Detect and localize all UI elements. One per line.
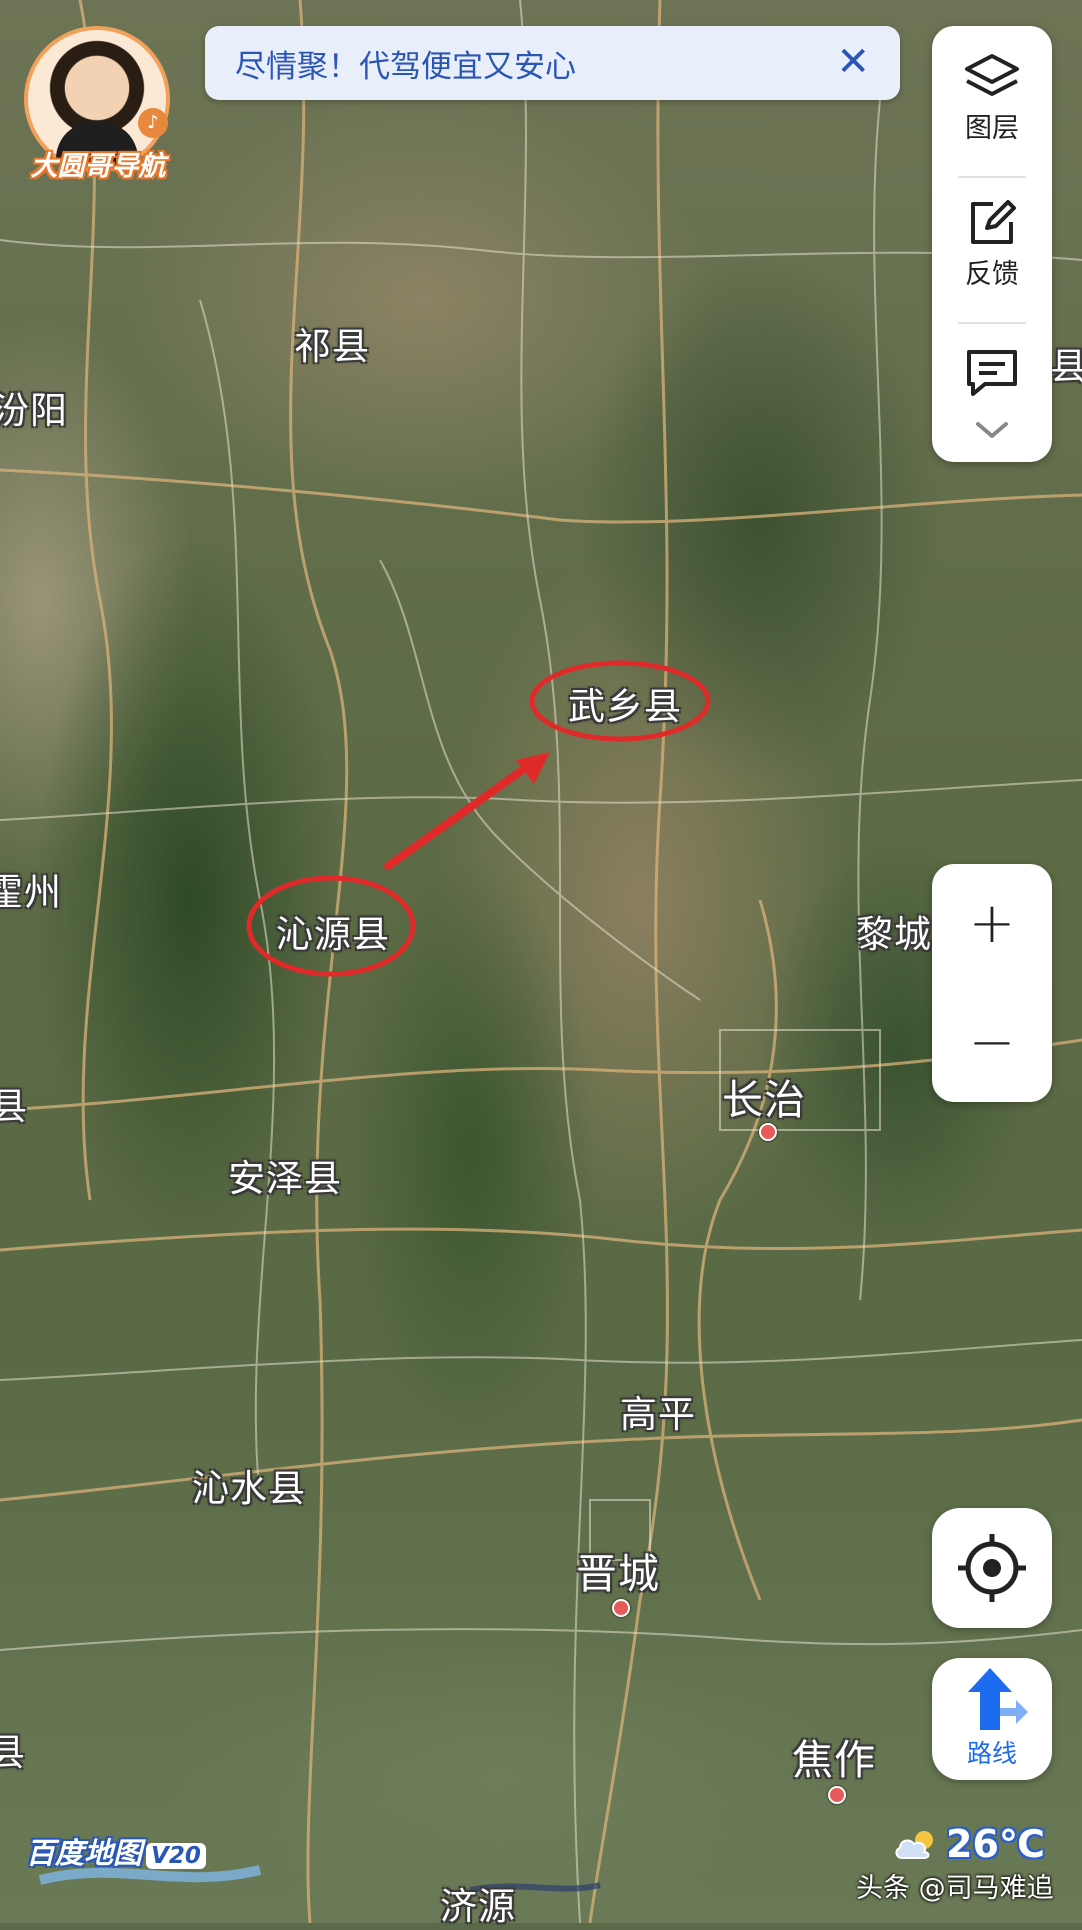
temperature: 26℃ — [946, 1822, 1045, 1866]
promo-banner[interactable]: 尽情聚！代驾便宜又安心 ✕ — [205, 26, 900, 100]
watermark-credit: 头条 @司马难追 — [856, 1873, 1054, 1904]
route-label: 路线 — [966, 1739, 1017, 1768]
place-edge-xian-left[interactable]: 县 — [0, 1076, 28, 1130]
baidu-map-logo: 百度地图 V20 — [26, 1830, 206, 1872]
route-arrow — [384, 762, 532, 870]
place-qinyuan[interactable]: 沁源县 — [276, 904, 390, 958]
tools-divider — [958, 322, 1026, 324]
place-changzhi[interactable]: 长治 — [722, 1066, 806, 1126]
locate-icon — [958, 1534, 1026, 1602]
place-fenyang[interactable]: 汾阳 — [0, 380, 68, 434]
locate-button[interactable] — [932, 1508, 1052, 1628]
edit-icon — [971, 200, 1016, 244]
place-edge-xian-bottom[interactable]: 县 — [0, 1722, 26, 1776]
place-jiaozuo[interactable]: 焦作 — [792, 1726, 876, 1786]
map-tools-panel: 图层 反馈 — [932, 26, 1052, 462]
voice-avatar[interactable]: ♪ 大圆哥导航 — [18, 26, 178, 186]
place-edge-xian-right[interactable]: 县 — [1050, 336, 1082, 390]
layers-icon — [965, 54, 1019, 96]
jiaozuo-marker — [828, 1786, 846, 1804]
promo-text[interactable]: 尽情聚！代驾便宜又安心 — [235, 41, 576, 86]
changzhi-marker — [759, 1123, 777, 1141]
place-qixian[interactable]: 祁县 — [294, 316, 370, 370]
cloud-sun-icon — [895, 1831, 933, 1859]
route-button[interactable]: 路线 — [932, 1658, 1052, 1780]
zoom-out-button[interactable]: − — [932, 983, 1052, 1102]
expand-tools-button[interactable] — [932, 418, 1052, 442]
place-qinshui[interactable]: 沁水县 — [192, 1458, 306, 1512]
route-arrow-icon — [968, 1668, 1028, 1730]
place-licheng[interactable]: 黎城 — [856, 904, 932, 958]
logo-text: 百度地图 — [26, 1836, 143, 1870]
place-jiyuan[interactable]: 济源 — [440, 1876, 516, 1930]
zoom-controls: + − — [932, 864, 1052, 1102]
sound-wave-icon: ♪ — [138, 108, 168, 138]
place-jincheng[interactable]: 晋城 — [576, 1540, 660, 1600]
feedback-button[interactable]: 反馈 — [932, 198, 1052, 291]
layers-button[interactable]: 图层 — [932, 52, 1052, 145]
close-icon[interactable]: ✕ — [836, 40, 870, 84]
satellite-map[interactable]: 祁县 汾阳 县 武乡县 霍州 沁源县 黎城 长治 县 安泽县 高平 沁水县 晋城… — [0, 0, 1082, 1928]
message-icon — [967, 350, 1017, 396]
place-wuxiang[interactable]: 武乡县 — [568, 676, 682, 730]
message-button[interactable] — [932, 346, 1052, 398]
logo-version: V20 — [146, 1843, 206, 1869]
jincheng-marker — [612, 1599, 630, 1617]
tools-divider — [958, 176, 1026, 178]
place-huozhou[interactable]: 霍州 — [0, 862, 62, 916]
avatar-name: 大圆哥导航 — [30, 151, 166, 182]
zoom-in-button[interactable]: + — [932, 864, 1052, 983]
place-gaoping[interactable]: 高平 — [620, 1384, 696, 1438]
feedback-label: 反馈 — [965, 259, 1019, 290]
chevron-down-icon — [976, 422, 1008, 438]
place-anze[interactable]: 安泽县 — [228, 1148, 342, 1202]
weather-widget[interactable]: 26℃ — [892, 1822, 1045, 1866]
annotation-layer — [246, 660, 711, 977]
layers-label: 图层 — [965, 113, 1019, 144]
